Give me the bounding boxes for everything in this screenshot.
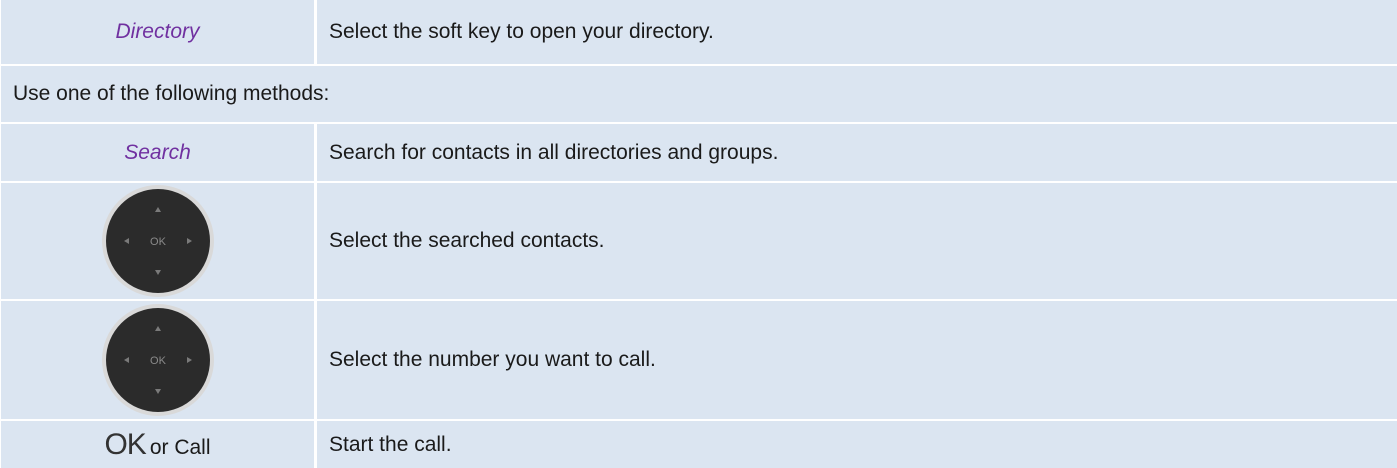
navigation-ok-key-icon: OK <box>101 185 214 297</box>
step-key-cell: Directory <box>1 0 314 64</box>
ok-key-label: OK <box>150 355 167 367</box>
or-call-text: or Call <box>149 435 211 459</box>
step-description: Select the soft key to open your directo… <box>314 0 1397 64</box>
step-key-cell: Search <box>1 124 314 181</box>
ok-key-text: OK <box>104 427 146 461</box>
instruction-table: Directory Select the soft key to open yo… <box>0 0 1397 468</box>
table-row: OK Select the searched contacts. <box>1 183 1397 301</box>
table-row: Directory Select the soft key to open yo… <box>1 0 1397 66</box>
step-key-cell: OK or Call <box>1 421 314 468</box>
ok-or-call-keys: OK or Call <box>104 428 210 462</box>
table-row: Search Search for contacts in all direct… <box>1 124 1397 183</box>
step-description: Start the call. <box>314 421 1397 468</box>
search-softkey-label: Search <box>124 140 191 164</box>
table-row: OK or Call Start the call. <box>1 421 1397 468</box>
step-description: Select the number you want to call. <box>314 301 1397 419</box>
table-row: Use one of the following methods: <box>1 66 1397 124</box>
step-description: Search for contacts in all directories a… <box>314 124 1397 181</box>
step-key-cell: OK <box>1 183 314 299</box>
step-key-cell: OK <box>1 301 314 419</box>
ok-key-label: OK <box>150 236 167 248</box>
navigation-ok-key-icon: OK <box>101 304 214 416</box>
methods-heading: Use one of the following methods: <box>13 82 330 105</box>
directory-softkey-label: Directory <box>115 20 200 43</box>
step-description: Select the searched contacts. <box>314 183 1397 299</box>
table-row: OK Select the number you want to call. <box>1 301 1397 421</box>
